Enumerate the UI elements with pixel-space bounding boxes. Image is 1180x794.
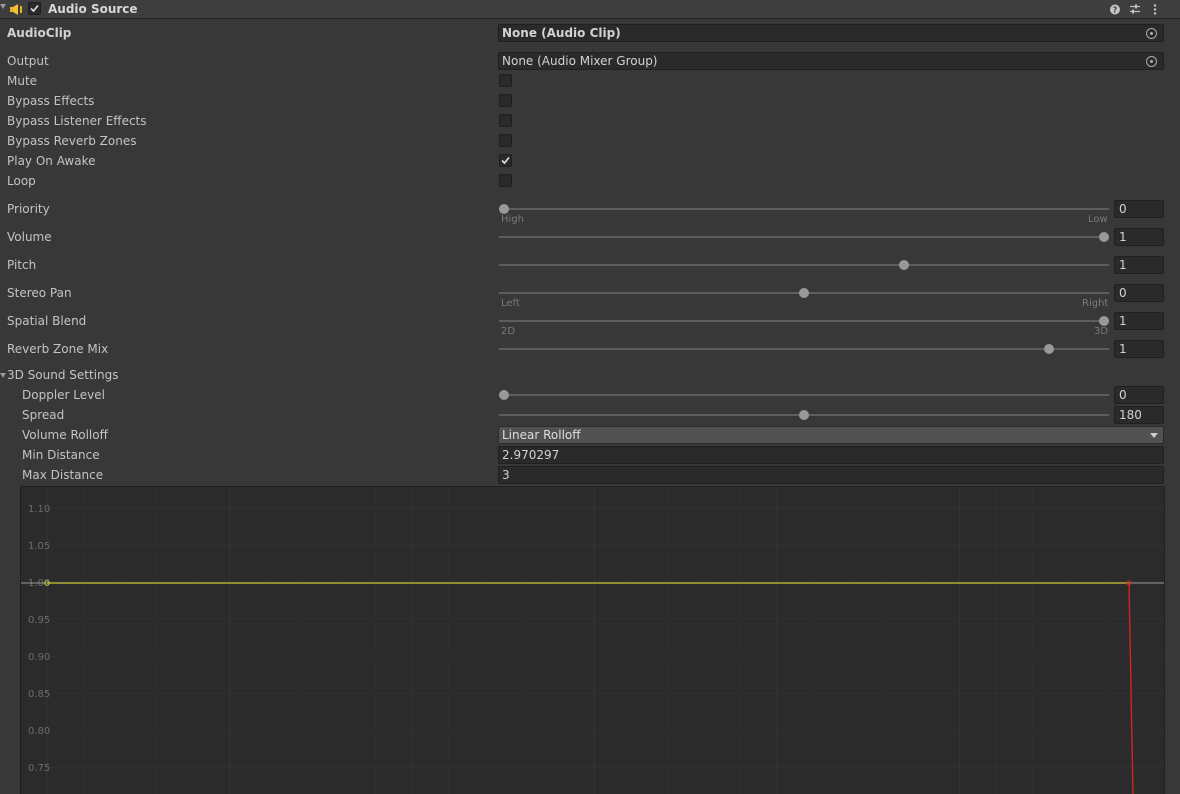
- reverb-zone-mix-label: Reverb Zone Mix: [7, 342, 109, 356]
- doppler-level-slider-track[interactable]: [499, 394, 1109, 396]
- rolloff-curve-canvas[interactable]: 1.101.051.000.950.900.850.800.75: [21, 487, 1165, 794]
- priority-slider-thumb[interactable]: [499, 204, 509, 214]
- audioclip-value: None (Audio Clip): [502, 26, 621, 40]
- pitch-slider-thumb[interactable]: [899, 260, 910, 270]
- spread-value-field[interactable]: 180: [1114, 406, 1164, 424]
- bypass-listener-effects-label: Bypass Listener Effects: [7, 114, 147, 128]
- graph-y-label: 1.10: [28, 504, 50, 515]
- stereo-pan-label: Stereo Pan: [7, 286, 72, 300]
- foldout-arrow-icon[interactable]: [0, 4, 6, 9]
- spatial-blend-value-field[interactable]: 1: [1114, 312, 1164, 330]
- pitch-value-field[interactable]: 1: [1114, 256, 1164, 274]
- volume-rolloff-dropdown[interactable]: Linear Rolloff: [498, 426, 1164, 444]
- stereo-pan-slider-thumb[interactable]: [799, 288, 809, 298]
- spatial-blend-slider-thumb[interactable]: [1099, 316, 1109, 326]
- volume-rolloff-value: Linear Rolloff: [502, 428, 581, 442]
- help-icon[interactable]: ?: [1109, 3, 1121, 16]
- stereo-pan-value-field[interactable]: 0: [1114, 284, 1164, 302]
- priority-low-tick: Low: [1088, 214, 1108, 225]
- component-header[interactable]: Audio Source ?: [0, 0, 1180, 19]
- spread-slider-thumb[interactable]: [799, 410, 809, 420]
- graph-y-label: 0.95: [28, 615, 50, 626]
- checkmark-icon: [501, 156, 510, 165]
- max-distance-label: Max Distance: [22, 468, 104, 482]
- volume-slider-thumb[interactable]: [1099, 232, 1109, 242]
- spatial-blend-label: Spatial Blend: [7, 314, 87, 328]
- bypass-reverb-zones-label: Bypass Reverb Zones: [7, 134, 137, 148]
- graph-y-label: 0.85: [28, 689, 50, 700]
- loop-label: Loop: [7, 174, 36, 188]
- svg-text:?: ?: [1113, 6, 1118, 15]
- 3d-sound-settings-foldout[interactable]: 3D Sound Settings: [7, 368, 119, 382]
- 3d-sound-foldout-arrow-icon[interactable]: [0, 373, 6, 378]
- object-picker-icon[interactable]: [1146, 56, 1157, 67]
- menu-icon[interactable]: [1149, 3, 1161, 16]
- output-field[interactable]: None (Audio Mixer Group): [498, 52, 1164, 70]
- doppler-level-value-field[interactable]: 0: [1114, 386, 1164, 404]
- preset-icon[interactable]: [1129, 3, 1141, 16]
- component-enabled-checkbox[interactable]: [28, 2, 41, 15]
- priority-high-tick: High: [501, 214, 524, 225]
- play-on-awake-label: Play On Awake: [7, 154, 96, 168]
- component-title: Audio Source: [48, 2, 138, 16]
- mute-checkbox[interactable]: [499, 74, 512, 87]
- max-distance-field[interactable]: 3: [498, 466, 1164, 484]
- min-distance-field[interactable]: 2.970297: [498, 446, 1164, 464]
- volume-rolloff-label: Volume Rolloff: [22, 428, 108, 442]
- spatial-blend-slider-track[interactable]: [499, 320, 1109, 322]
- graph-y-label: 1.05: [28, 541, 50, 552]
- priority-value-field[interactable]: 0: [1114, 200, 1164, 218]
- output-label: Output: [7, 54, 49, 68]
- volume-slider-track[interactable]: [499, 236, 1109, 238]
- dropdown-caret-icon: [1150, 433, 1158, 438]
- spatial-blend-3d-tick: 3D: [1094, 326, 1109, 337]
- doppler-level-label: Doppler Level: [22, 388, 105, 402]
- doppler-level-slider-thumb[interactable]: [499, 390, 509, 400]
- volume-value-field[interactable]: 1: [1114, 228, 1164, 246]
- output-value: None (Audio Mixer Group): [502, 54, 658, 68]
- audio-source-icon: [10, 4, 22, 15]
- volume-label: Volume: [7, 230, 52, 244]
- priority-label: Priority: [7, 202, 50, 216]
- spatial-blend-2d-tick: 2D: [501, 326, 516, 337]
- play-on-awake-checkbox[interactable]: [499, 154, 512, 167]
- rolloff-curve-graph[interactable]: 1.10 1.05 1.00 0.95 0.90 0.85 0.80 0.75: [20, 486, 1165, 794]
- reverb-zone-mix-slider-thumb[interactable]: [1044, 344, 1055, 354]
- audioclip-label: AudioClip: [7, 26, 72, 40]
- bypass-effects-label: Bypass Effects: [7, 94, 95, 108]
- bypass-listener-effects-checkbox[interactable]: [499, 114, 512, 127]
- bypass-reverb-zones-checkbox[interactable]: [499, 134, 512, 147]
- stereo-pan-left-tick: Left: [501, 298, 520, 309]
- reverb-zone-mix-value-field[interactable]: 1: [1114, 340, 1164, 358]
- graph-y-label: 0.80: [28, 726, 50, 737]
- pitch-slider-track[interactable]: [499, 264, 1109, 266]
- stereo-pan-right-tick: Right: [1082, 298, 1109, 309]
- object-picker-icon[interactable]: [1146, 28, 1157, 39]
- graph-y-label: 0.90: [28, 652, 50, 663]
- reverb-zone-mix-slider-track[interactable]: [499, 348, 1109, 350]
- loop-checkbox[interactable]: [499, 174, 512, 187]
- audioclip-field[interactable]: None (Audio Clip): [498, 24, 1164, 42]
- pitch-label: Pitch: [7, 258, 37, 272]
- bypass-effects-checkbox[interactable]: [499, 94, 512, 107]
- priority-slider-track[interactable]: [499, 208, 1109, 210]
- min-distance-label: Min Distance: [22, 448, 100, 462]
- max-distance-marker: [1128, 582, 1134, 794]
- graph-y-label: 0.75: [28, 763, 50, 774]
- spread-label: Spread: [22, 408, 65, 422]
- mute-label: Mute: [7, 74, 38, 88]
